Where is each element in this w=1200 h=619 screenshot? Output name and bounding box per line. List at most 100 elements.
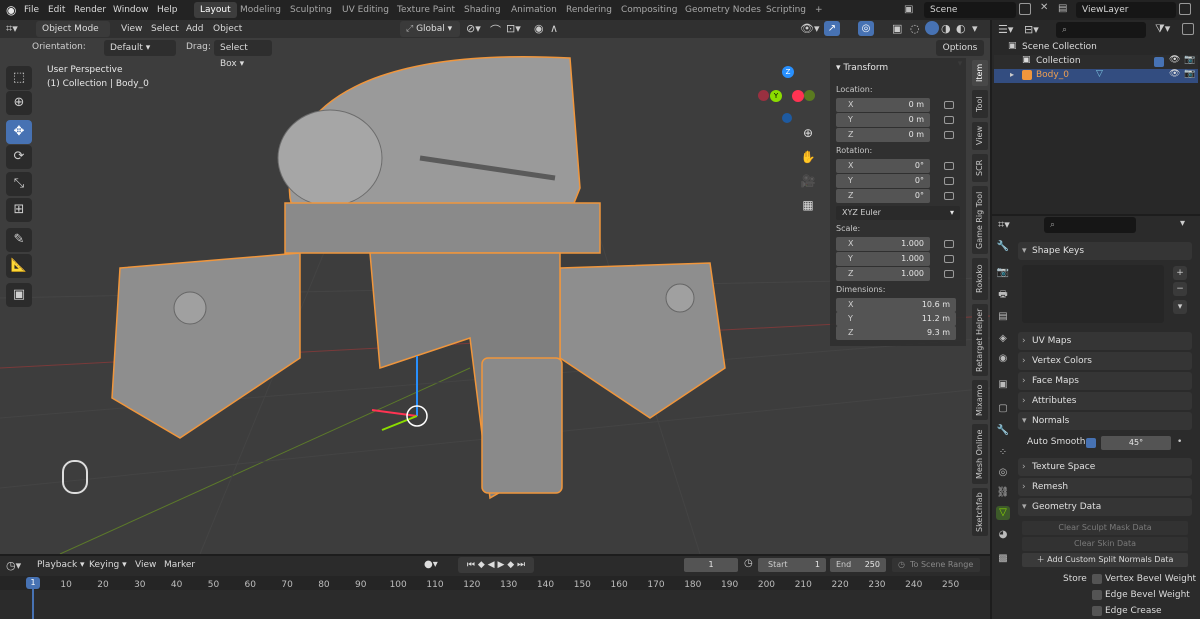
playback-controls[interactable]: ⏮ ◆ ◀ ▶ ◆ ⏭ xyxy=(458,557,534,573)
rotate-tool-icon[interactable]: ⟳ xyxy=(6,145,32,169)
view-layer-selector[interactable]: ViewLayer xyxy=(1076,2,1176,18)
auto-smooth-checkbox[interactable] xyxy=(1086,438,1096,448)
menu-file[interactable]: File xyxy=(24,0,39,20)
proportional-edit-icon[interactable]: ◉ xyxy=(534,22,544,35)
start-frame-field[interactable]: Start 1 xyxy=(758,558,826,572)
drag-dropdown[interactable]: Select Box ▾ xyxy=(214,40,272,69)
shading-material-icon[interactable]: ◑ xyxy=(941,22,951,35)
scale-z-field[interactable]: Z 1.000 xyxy=(836,267,930,281)
viewport-menu-add[interactable]: Add xyxy=(186,19,203,39)
menu-window[interactable]: Window xyxy=(113,0,149,20)
viewport-menu-object[interactable]: Object xyxy=(213,19,242,39)
navigation-gizmo[interactable]: Z Y xyxy=(758,66,820,128)
vertex-colors-header[interactable]: › Vertex Colors xyxy=(1018,352,1192,370)
proportional-falloff-icon[interactable]: ∧ xyxy=(550,22,558,35)
tab-modeling[interactable]: Modeling xyxy=(234,2,287,18)
edge-crease-checkbox[interactable] xyxy=(1092,606,1102,616)
mesh-data-props-icon[interactable]: ▽ xyxy=(996,506,1010,520)
play-icon[interactable]: ▶ xyxy=(497,560,504,570)
keyframe-dot-icon[interactable]: • xyxy=(1177,437,1182,447)
next-keyframe-icon[interactable]: ◆ xyxy=(507,560,514,570)
gizmo-axis-y-neg[interactable] xyxy=(804,90,815,101)
tab-scripting[interactable]: Scripting xyxy=(760,2,812,18)
object-props-icon[interactable]: ▢ xyxy=(996,402,1010,416)
shading-solid-icon[interactable] xyxy=(925,21,939,35)
modifier-props-icon[interactable]: 🔧 xyxy=(996,424,1010,438)
lock-icon[interactable] xyxy=(944,101,954,109)
camera-view-icon[interactable]: 🎥 xyxy=(798,174,818,194)
sidebar-tab-view[interactable]: View xyxy=(972,122,988,150)
overlay-toggle-icon[interactable]: ◎ xyxy=(858,21,874,36)
gizmo-axis-z[interactable]: Z xyxy=(782,66,794,78)
collection-exclude-checkbox[interactable] xyxy=(1154,57,1164,67)
scene-collection-row[interactable]: ▣ Scene Collection xyxy=(994,41,1198,55)
tool-props-icon[interactable]: 🔧 xyxy=(996,240,1010,254)
eye-icon[interactable]: 👁 xyxy=(1169,69,1180,79)
clear-skin-button[interactable]: Clear Skin Data xyxy=(1022,537,1188,551)
expand-arrow-icon[interactable]: ▸ xyxy=(1010,70,1014,79)
snap-target-icon[interactable]: ⊡▾ xyxy=(506,22,521,35)
sidebar-tab-mesh-online[interactable]: Mesh Online xyxy=(972,424,988,484)
properties-search-input[interactable]: ⌕ xyxy=(1044,217,1136,233)
snap-icon[interactable]: ⌒ xyxy=(490,22,501,38)
face-maps-header[interactable]: › Face Maps xyxy=(1018,372,1192,390)
remesh-header[interactable]: › Remesh xyxy=(1018,478,1192,496)
tab-rendering[interactable]: Rendering xyxy=(560,2,618,18)
cursor-tool-icon[interactable]: ⊕ xyxy=(6,91,32,115)
sidebar-tab-tool[interactable]: Tool xyxy=(972,90,988,118)
preview-range-icon[interactable]: ◷ xyxy=(744,558,753,569)
measure-tool-icon[interactable]: 📐 xyxy=(6,254,32,278)
timeline-menu-playback[interactable]: Playback ▾ xyxy=(37,555,85,575)
scene-icon[interactable]: ▣ xyxy=(904,4,918,16)
viewport-menu-select[interactable]: Select xyxy=(151,19,179,39)
texture-props-icon[interactable]: ▩ xyxy=(996,552,1010,566)
transform-header[interactable]: ▾ Transform xyxy=(836,63,888,73)
geometry-data-header[interactable]: ▾ Geometry Data xyxy=(1018,498,1192,516)
gizmo-axis-x[interactable] xyxy=(792,90,804,102)
sidebar-tab-retarget-helper[interactable]: Retarget Helper xyxy=(972,304,988,376)
end-frame-field[interactable]: End 250 xyxy=(830,558,886,572)
transform-tool-icon[interactable]: ⊞ xyxy=(6,198,32,222)
view-layer-props-icon[interactable]: ▤ xyxy=(996,310,1010,324)
viewport-menu-view[interactable]: View xyxy=(121,19,142,39)
robot-model[interactable] xyxy=(111,56,726,500)
dimensions-z-field[interactable]: Z 9.3 m xyxy=(836,326,956,340)
particles-props-icon[interactable]: ⁘ xyxy=(996,446,1010,460)
outliner-display-mode-icon[interactable]: ⊟▾ xyxy=(1024,23,1039,36)
sidebar-tab-sketchfab[interactable]: Sketchfab xyxy=(972,488,988,536)
camera-render-icon[interactable]: 📷 xyxy=(1184,69,1195,79)
collection-row[interactable]: ▣ Collection 👁 📷 xyxy=(994,55,1198,69)
jump-start-icon[interactable]: ⏮ xyxy=(467,560,475,570)
body-object-row[interactable]: ▸ Body_0 ▽ 👁 📷 xyxy=(994,69,1198,83)
shape-keys-header[interactable]: ▾ Shape Keys xyxy=(1018,242,1192,260)
tab-texture-paint[interactable]: Texture Paint xyxy=(391,2,461,18)
rotation-z-field[interactable]: Z 0° xyxy=(836,189,930,203)
rotation-y-field[interactable]: Y 0° xyxy=(836,174,930,188)
uv-maps-header[interactable]: › UV Maps xyxy=(1018,332,1192,350)
lock-icon[interactable] xyxy=(944,116,954,124)
move-tool-icon[interactable]: ✥ xyxy=(6,120,32,144)
lock-icon[interactable] xyxy=(944,162,954,170)
properties-options-icon[interactable]: ▾ xyxy=(1180,218,1185,229)
lock-icon[interactable] xyxy=(944,240,954,248)
normals-header[interactable]: ▾ Normals xyxy=(1018,412,1192,430)
select-box-tool-icon[interactable]: ⬚ xyxy=(6,66,32,90)
new-scene-icon[interactable] xyxy=(1019,3,1031,15)
lock-icon[interactable] xyxy=(944,131,954,139)
physics-props-icon[interactable]: ◎ xyxy=(996,466,1010,480)
properties-editor-icon[interactable]: ⌗▾ xyxy=(998,218,1010,232)
visibility-icon[interactable]: 👁▾ xyxy=(800,22,820,35)
shading-options-icon[interactable]: ▾ xyxy=(972,22,978,35)
lock-icon[interactable] xyxy=(944,177,954,185)
texture-space-header[interactable]: › Texture Space xyxy=(1018,458,1192,476)
jump-end-icon[interactable]: ⏭ xyxy=(517,560,525,570)
eye-icon[interactable]: 👁 xyxy=(1169,55,1180,65)
object-mode-dropdown[interactable]: Object Mode ▾ xyxy=(36,21,110,50)
outliner-editor-icon[interactable]: ☰▾ xyxy=(998,23,1013,36)
playhead[interactable]: 1 xyxy=(26,577,40,589)
lock-icon[interactable] xyxy=(944,255,954,263)
lock-icon[interactable] xyxy=(944,270,954,278)
pivot-icon[interactable]: ⊘▾ xyxy=(466,22,481,35)
shading-wireframe-icon[interactable]: ◌ xyxy=(910,22,920,35)
add-cube-tool-icon[interactable]: ▣ xyxy=(6,283,32,307)
